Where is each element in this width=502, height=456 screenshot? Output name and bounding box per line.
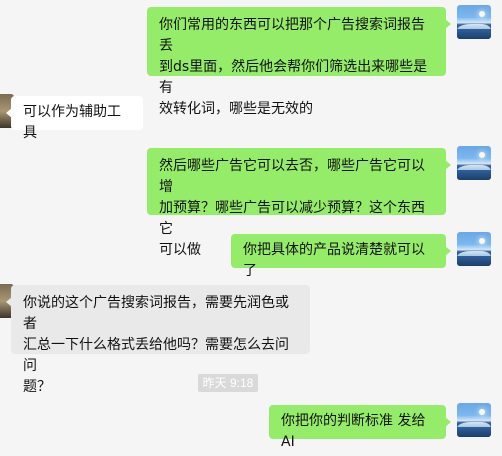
avatar-icon[interactable] — [457, 146, 491, 180]
water-icon — [457, 427, 491, 437]
water-icon — [457, 170, 491, 180]
timestamp-label: 昨天 9:18 — [198, 374, 258, 392]
message-bubble-5[interactable]: 你说的这个广告搜索词报告，需要先润色或者 汇总一下什么格式丢给他吗？需要怎么去问… — [6, 285, 310, 395]
message-bubble-2[interactable]: 可以作为辅助工具 — [6, 96, 143, 141]
water-icon — [457, 256, 491, 266]
avatar-icon[interactable] — [457, 5, 491, 39]
message-bubble-4[interactable]: 你把具体的产品说清楚就可以了 — [231, 234, 451, 279]
chat-window: 你们常用的东西可以把那个广告搜索词报告丢 到ds里面，然后他会帮你们筛选出来哪些… — [0, 0, 502, 456]
message-bubble-6[interactable]: 你把你的判断标准 发给AI — [269, 405, 451, 450]
avatar-icon[interactable] — [457, 403, 491, 437]
sun-icon — [479, 152, 485, 158]
sun-icon — [479, 409, 485, 415]
sun-icon — [479, 238, 485, 244]
message-bubble-3[interactable]: 然后哪些广告它可以去否，哪些广告它可以增 加预算？哪些广告可以减少预算？这个东西… — [147, 148, 451, 258]
sun-icon — [479, 11, 485, 17]
avatar-icon[interactable] — [457, 232, 491, 266]
water-icon — [457, 29, 491, 39]
message-bubble-1[interactable]: 你们常用的东西可以把那个广告搜索词报告丢 到ds里面，然后他会帮你们筛选出来哪些… — [147, 7, 451, 117]
